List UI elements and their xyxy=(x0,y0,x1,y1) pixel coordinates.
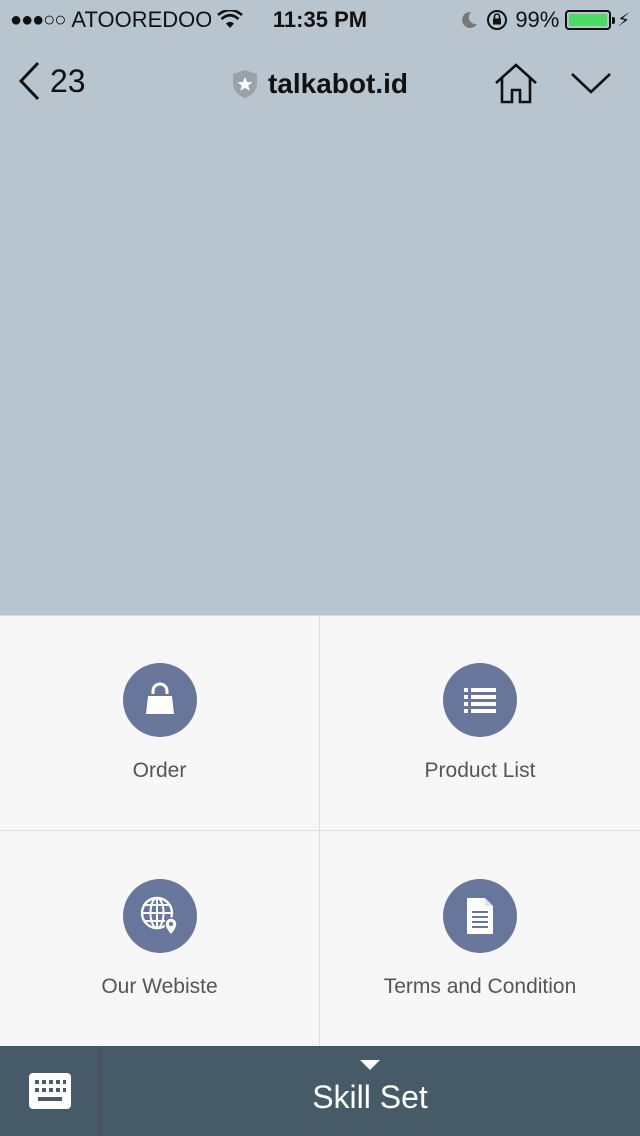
skill-set-label: Skill Set xyxy=(312,1078,428,1115)
menu-item-label: Product List xyxy=(424,759,536,782)
home-icon xyxy=(495,63,537,104)
globe-location-icon xyxy=(122,878,197,953)
browser-nav-bar: 23 talkabot.id xyxy=(0,50,640,120)
menu-item-order[interactable]: Order xyxy=(0,616,320,831)
shield-star-icon xyxy=(232,70,257,98)
status-bar: ●●●○○ ATOOREDOO 11:35 PM 99% ⚡ xyxy=(0,0,640,40)
bottom-bar: Skill Set xyxy=(0,1046,640,1136)
rich-menu-grid: Order Product List Our Webiste Terms and… xyxy=(0,615,640,1046)
battery-icon xyxy=(565,10,616,30)
wifi-icon xyxy=(217,10,244,28)
menu-item-label: Our Webiste xyxy=(101,974,218,998)
carrier-name: ATOOREDOO xyxy=(71,7,212,32)
moon-icon xyxy=(462,11,478,28)
caret-down-icon xyxy=(360,1060,380,1070)
rotation-lock-icon xyxy=(487,10,508,30)
document-icon xyxy=(443,878,517,953)
charging-bolt-icon: ⚡ xyxy=(617,9,630,30)
menu-item-product-list[interactable]: Product List xyxy=(320,616,640,831)
page-title: talkabot.id xyxy=(0,68,640,100)
signal-strength: ●●●○○ xyxy=(10,8,66,31)
menu-item-terms[interactable]: Terms and Condition xyxy=(320,831,640,1046)
list-icon xyxy=(443,663,517,737)
battery-percentage: 99% xyxy=(515,7,560,32)
chevron-down-icon xyxy=(571,73,611,94)
shopping-bag-icon xyxy=(122,663,197,737)
status-left: ●●●○○ ATOOREDOO xyxy=(10,7,244,33)
site-domain: talkabot.id xyxy=(267,68,408,99)
menu-dropdown-button[interactable] xyxy=(568,64,614,105)
keyboard-icon xyxy=(28,1073,71,1109)
status-right: 99% ⚡ xyxy=(459,7,630,33)
menu-item-label: Terms and Condition xyxy=(383,974,577,998)
battery-level xyxy=(569,14,607,26)
menu-item-our-website[interactable]: Our Webiste xyxy=(0,831,320,1046)
menu-item-label: Order xyxy=(132,759,187,782)
home-button[interactable] xyxy=(492,62,540,111)
keyboard-toggle-button[interactable] xyxy=(0,1046,100,1136)
skill-set-toggle[interactable]: Skill Set xyxy=(100,1046,640,1136)
